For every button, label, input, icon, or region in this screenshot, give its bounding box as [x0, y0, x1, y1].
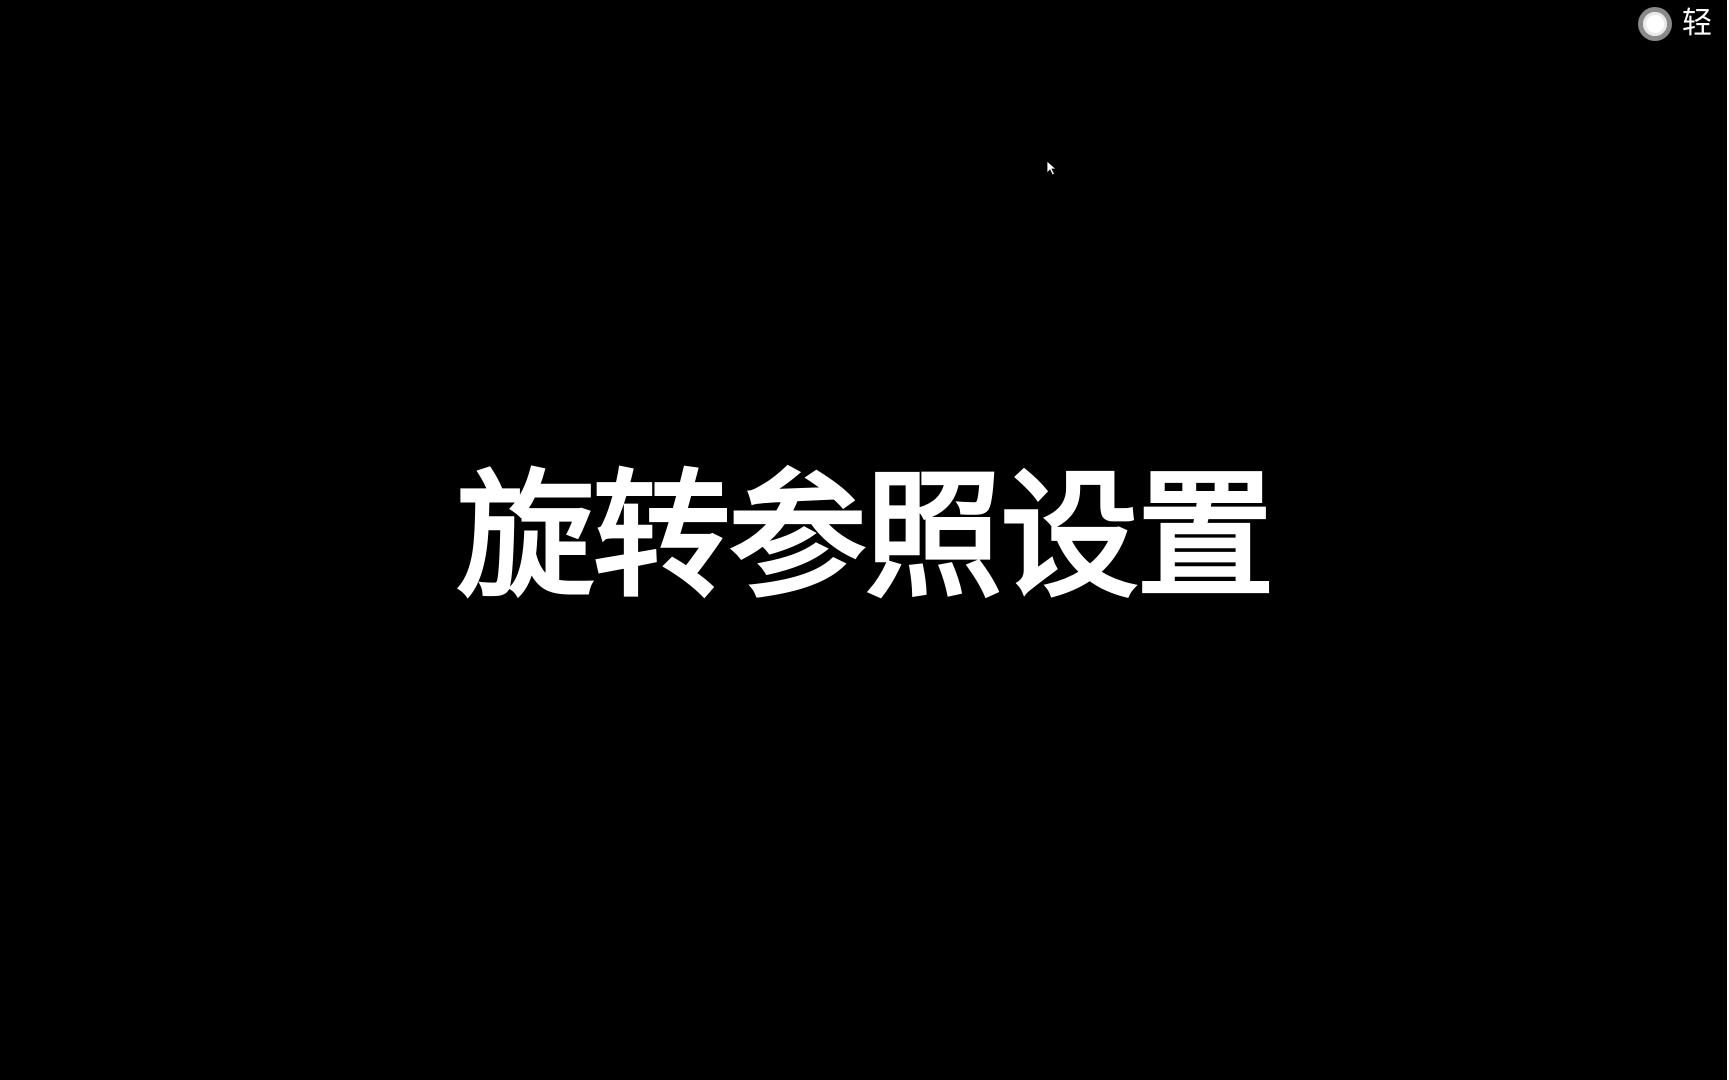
slide-title: 旋转参照设置	[456, 456, 1274, 617]
record-icon[interactable]	[1638, 7, 1672, 41]
recorder-widget[interactable]: 轻​	[1638, 4, 1727, 44]
mouse-cursor-icon	[1046, 160, 1058, 176]
recorder-label: 轻​	[1682, 6, 1712, 41]
video-frame: 轻​ 旋转参照设置	[0, 0, 1729, 1080]
